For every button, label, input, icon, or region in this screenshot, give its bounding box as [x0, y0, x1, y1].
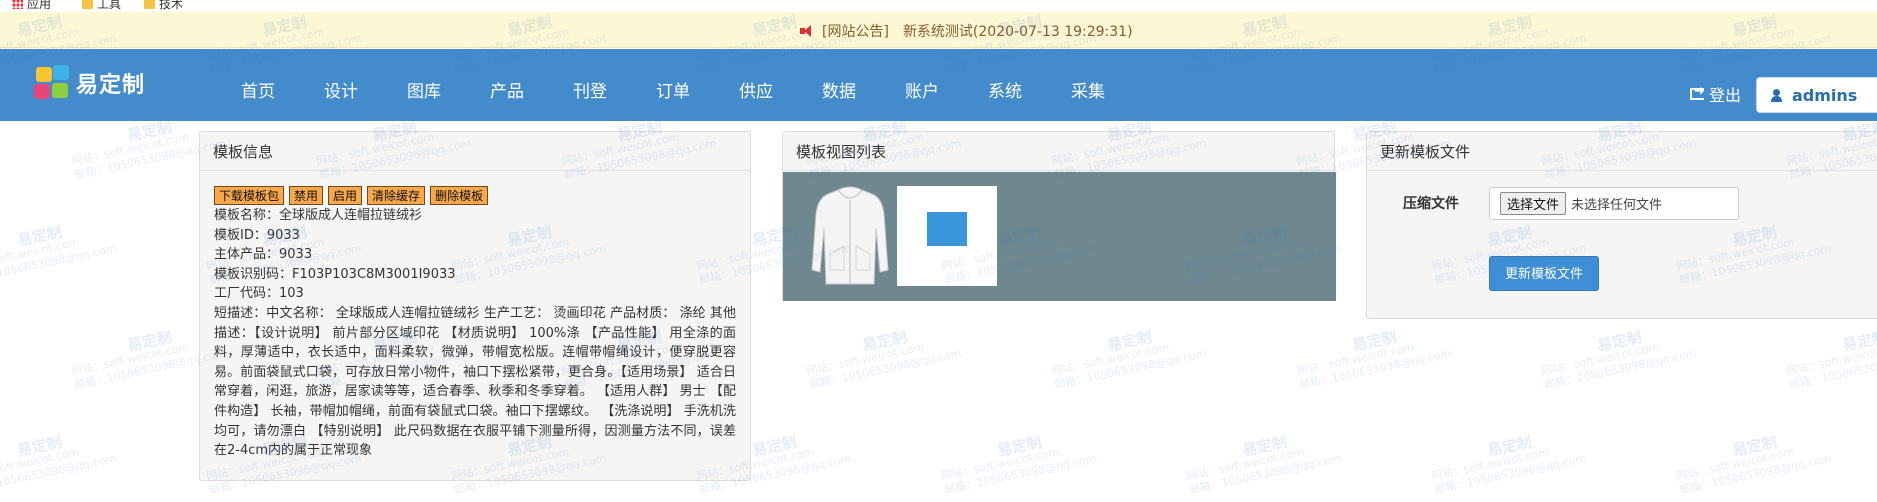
bookmark-tools[interactable]: 工具: [82, 0, 121, 12]
enable-button[interactable]: 启用: [328, 186, 363, 205]
template-code: 模板识别码：F103P103C8M3001I9033: [214, 266, 456, 282]
announcement-text[interactable]: 新系统测试(2020-07-13 19:29:31): [903, 21, 1133, 41]
top-navbar: 易定制 首页 设计 图库 产品 刊登 订单 供应 数据 账户 系统 采集 登出 …: [0, 49, 1877, 121]
nav-item-system[interactable]: 系统: [988, 49, 1022, 121]
nav-item-gallery[interactable]: 图库: [407, 49, 441, 121]
user-icon: [1771, 88, 1782, 102]
nav-item-listing[interactable]: 刊登: [573, 49, 607, 121]
panel-title: 模板视图列表: [783, 132, 1334, 171]
panel-title: 更新模板文件: [1367, 132, 1877, 171]
brand-logo[interactable]: 易定制: [34, 65, 145, 101]
logout-link[interactable]: 登出: [1690, 82, 1741, 106]
watermark-tile: 易定制网站：soft.weicot.com邮箱：1050653098@qq.co…: [0, 432, 118, 497]
update-template-file-panel: 更新模板文件 压缩文件 选择文件 未选择任何文件 更新模板文件: [1366, 131, 1877, 319]
watermark-tile: 易定制网站：soft.weicot.com邮箱：1050653098@qq.co…: [940, 432, 1098, 497]
logout-icon: [1690, 84, 1705, 100]
watermark-tile: 易定制网站：soft.weicot.com邮箱：1050653098@qq.co…: [0, 222, 118, 287]
nav-item-orders[interactable]: 订单: [656, 49, 690, 121]
announcement-bar: [网站公告] 新系统测试(2020-07-13 19:29:31): [0, 12, 1877, 48]
download-template-button[interactable]: 下载模板包: [214, 186, 285, 205]
watermark-tile: 易定制网站：soft.weicot.com邮箱：1050653098@qq.co…: [1540, 327, 1698, 392]
nav-item-supply[interactable]: 供应: [739, 49, 773, 121]
logo-icon: [34, 65, 72, 101]
folder-icon: [82, 0, 93, 9]
update-template-file-button[interactable]: 更新模板文件: [1489, 256, 1599, 291]
zip-file-label: 压缩文件: [1403, 196, 1459, 212]
nav-item-products[interactable]: 产品: [490, 49, 524, 121]
watermark-tile: 易定制网站：soft.weicot.com邮箱：1050653098@qq.co…: [1430, 432, 1588, 497]
template-info-panel: 模板信息 下载模板包 禁用 启用 清除缓存 删除模板 模板名称：全球版成人连帽拉…: [199, 131, 751, 481]
hoodie-view-thumbnail[interactable]: [810, 184, 890, 288]
bookmarks-bar: 应用 工具 技术: [0, 0, 1877, 12]
print-area-thumbnail[interactable]: [897, 186, 997, 286]
choose-file-button[interactable]: 选择文件: [1500, 192, 1567, 215]
watermark-tile: 易定制网站：soft.weicot.com邮箱：1050653098@qq.co…: [805, 327, 963, 392]
delete-template-button[interactable]: 删除模板: [430, 186, 489, 205]
short-description: 短描述：中文名称： 全球版成人连帽拉链绒衫 生产工艺： 烫画印花 产品材质： 涤…: [214, 305, 736, 459]
zip-file-input[interactable]: 选择文件 未选择任何文件: [1489, 187, 1739, 220]
disable-button[interactable]: 禁用: [289, 186, 324, 205]
watermark-tile: 易定制网站：soft.weicot.com邮箱：1050653098@qq.co…: [1675, 432, 1833, 497]
main-product: 主体产品：9033: [214, 247, 313, 263]
brand-name: 易定制: [76, 73, 146, 98]
watermark-tile: 易定制网站：soft.weicot.com邮箱：1050653098@qq.co…: [1295, 327, 1453, 392]
template-details: 模板名称：全球版成人连帽拉链绒衫 模板ID：9033 主体产品：9033 模板识…: [214, 206, 736, 461]
username: admins: [1792, 85, 1858, 105]
nav-item-home[interactable]: 首页: [241, 49, 275, 121]
nav-item-design[interactable]: 设计: [324, 49, 358, 121]
factory-code: 工厂代码：103: [214, 286, 304, 302]
nav-item-data[interactable]: 数据: [822, 49, 856, 121]
watermark-tile: 易定制网站：soft.weicot.com邮箱：1050653098@qq.co…: [1185, 432, 1343, 497]
no-file-text: 未选择任何文件: [1571, 198, 1663, 213]
main-menu: 首页 设计 图库 产品 刊登 订单 供应 数据 账户 系统 采集: [241, 49, 1154, 121]
folder-icon: [144, 0, 155, 9]
apps-icon: [12, 0, 23, 9]
template-name: 模板名称：全球版成人连帽拉链绒衫: [214, 208, 423, 223]
print-area-shape: [927, 212, 967, 246]
watermark-tile: 易定制网站：soft.weicot.com邮箱：1050653098@qq.co…: [1050, 327, 1208, 392]
announcement-label: [网站公告]: [822, 24, 889, 40]
action-buttons: 下载模板包 禁用 启用 清除缓存 删除模板: [214, 186, 489, 205]
nav-item-account[interactable]: 账户: [905, 49, 939, 121]
bookmark-apps[interactable]: 应用: [12, 0, 51, 12]
nav-item-collect[interactable]: 采集: [1071, 49, 1105, 121]
clear-cache-button[interactable]: 清除缓存: [367, 186, 426, 205]
template-view-list-panel: 模板视图列表: [782, 131, 1336, 301]
user-menu-button[interactable]: admins: [1756, 77, 1877, 113]
panel-title: 模板信息: [200, 132, 750, 171]
view-thumbnails: [783, 172, 1336, 301]
bookmark-tech[interactable]: 技术: [144, 0, 183, 12]
template-id: 模板ID：9033: [214, 227, 300, 243]
speaker-icon: [800, 25, 814, 37]
watermark-tile: 易定制网站：soft.weicot.com邮箱：1050653098@qq.co…: [1785, 327, 1877, 392]
